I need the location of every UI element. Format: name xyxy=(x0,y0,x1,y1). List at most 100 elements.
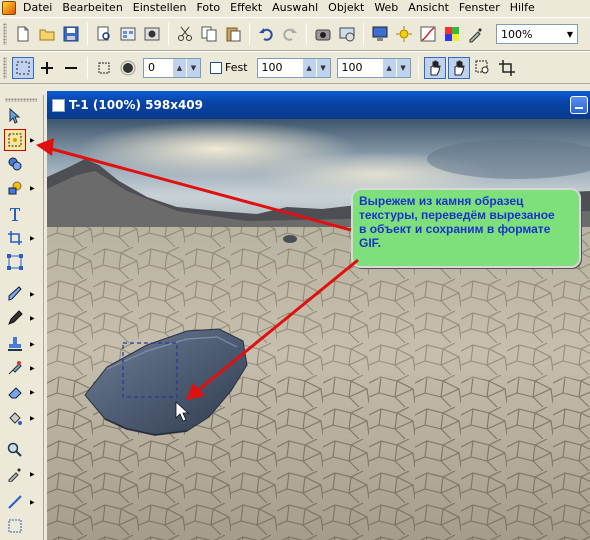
redo-button[interactable] xyxy=(279,23,301,45)
tool-flyout-arrow-icon[interactable]: ▶ xyxy=(30,315,35,322)
camera-icon xyxy=(315,29,331,41)
tool-stamp[interactable] xyxy=(4,333,26,355)
pen-icon xyxy=(8,310,23,325)
scan-button[interactable] xyxy=(141,23,163,45)
tool-flyout-arrow-icon[interactable]: ▶ xyxy=(30,185,35,192)
width-spinner[interactable]: 100 ▲ ▼ xyxy=(256,57,331,78)
tool-flyout-arrow-icon[interactable]: ▶ xyxy=(30,471,35,478)
menu-foto[interactable]: Foto xyxy=(191,0,225,16)
copy-icon xyxy=(201,26,217,42)
add-selection-button[interactable] xyxy=(36,57,58,79)
tool-retouch[interactable] xyxy=(4,357,26,379)
tool-flyout-arrow-icon[interactable]: ▶ xyxy=(30,499,35,506)
spin-down-icon[interactable]: ▼ xyxy=(315,58,330,77)
tool-flyout-arrow-icon[interactable]: ▶ xyxy=(30,235,35,242)
crop-button[interactable] xyxy=(496,57,518,79)
spin-up-icon[interactable]: ▲ xyxy=(301,58,316,77)
menu-einstellen[interactable]: Einstellen xyxy=(128,0,192,16)
image-canvas[interactable] xyxy=(47,119,590,540)
chevron-down-icon[interactable]: ▼ xyxy=(563,25,577,43)
menu-fenster[interactable]: Fenster xyxy=(454,0,505,16)
open-button[interactable] xyxy=(36,23,58,45)
height-spinner[interactable]: 100 ▲ ▼ xyxy=(336,57,411,78)
brightness-button[interactable] xyxy=(393,23,415,45)
document-title: T-1 (100%) 598x409 xyxy=(69,98,203,112)
hand-button[interactable] xyxy=(423,56,446,79)
selection-zoom-button[interactable] xyxy=(472,57,494,79)
tool-line[interactable] xyxy=(4,491,26,513)
new-file-icon xyxy=(17,26,29,42)
tool-flyout-arrow-icon[interactable]: ▶ xyxy=(30,291,35,298)
stamp-icon xyxy=(8,337,22,351)
browser-button[interactable] xyxy=(117,23,139,45)
tool-flyout-arrow-icon[interactable]: ▶ xyxy=(30,341,35,348)
dropper-button[interactable] xyxy=(465,23,487,45)
menu-datei[interactable]: Datei xyxy=(18,0,57,16)
toolbar-grip[interactable] xyxy=(3,56,7,79)
menu-auswahl[interactable]: Auswahl xyxy=(267,0,323,16)
curve-button[interactable] xyxy=(417,23,439,45)
menu-ansicht[interactable]: Ansicht xyxy=(403,0,454,16)
tool-path[interactable] xyxy=(4,515,26,537)
spin-up-icon[interactable]: ▲ xyxy=(381,58,396,77)
menu-objekt[interactable]: Objekt xyxy=(323,0,369,16)
tool-flyout-arrow-icon[interactable]: ▶ xyxy=(30,137,35,144)
save-button[interactable] xyxy=(60,23,82,45)
toolbox-grip[interactable] xyxy=(5,98,37,102)
crop-icon xyxy=(8,231,22,245)
copy-button[interactable] xyxy=(198,23,220,45)
tool-eraser[interactable] xyxy=(4,381,26,403)
tool-pen[interactable] xyxy=(4,307,26,329)
sun-icon xyxy=(396,26,412,42)
fixed-checkbox[interactable] xyxy=(210,61,222,74)
tool-marquee[interactable] xyxy=(4,129,26,151)
new-file-button[interactable] xyxy=(12,23,34,45)
tool-fill[interactable] xyxy=(4,407,26,429)
tool-zoom[interactable] xyxy=(4,439,26,461)
spin-down-icon[interactable]: ▼ xyxy=(186,58,200,77)
tool-lasso[interactable] xyxy=(4,153,26,175)
cut-button[interactable] xyxy=(174,23,196,45)
shape-icon xyxy=(8,181,22,195)
new-selection-button[interactable] xyxy=(12,56,34,79)
width-value: 100 xyxy=(261,61,283,74)
minimize-button[interactable] xyxy=(570,96,588,114)
undo-button[interactable] xyxy=(255,23,277,45)
document-titlebar[interactable]: T-1 (100%) 598x409 xyxy=(47,91,590,119)
line-icon xyxy=(8,495,22,509)
color-button[interactable] xyxy=(441,23,463,45)
document-icon xyxy=(52,98,65,112)
soft-edge-button[interactable] xyxy=(117,57,139,79)
tool-flyout-arrow-icon[interactable]: ▶ xyxy=(30,389,35,396)
hand-select-button[interactable] xyxy=(447,56,470,79)
subtract-selection-button[interactable] xyxy=(60,57,82,79)
tool-shape[interactable] xyxy=(4,177,26,199)
spin-up-icon[interactable]: ▲ xyxy=(172,58,186,77)
menu-web[interactable]: Web xyxy=(369,0,403,16)
rect-shape-button[interactable] xyxy=(93,57,115,79)
attribute-toolbar: 0 ▲ ▼ Fest 100 ▲ ▼ 100 ▲ ▼ xyxy=(0,51,590,84)
menu-effekt[interactable]: Effekt xyxy=(225,0,267,16)
menu-bearbeiten[interactable]: Bearbeiten xyxy=(57,0,127,16)
print-preview-button[interactable] xyxy=(93,23,115,45)
tool-transform[interactable] xyxy=(4,251,26,273)
spin-down-icon[interactable]: ▼ xyxy=(395,58,410,77)
zoom-select[interactable]: 100% ▼ xyxy=(496,24,578,44)
paste-button[interactable] xyxy=(222,23,244,45)
screen-capture-button[interactable] xyxy=(336,23,358,45)
tool-flyout-arrow-icon[interactable]: ▶ xyxy=(30,365,35,372)
soft-edge-spinner[interactable]: 0 ▲ ▼ xyxy=(143,57,201,78)
camera-button[interactable] xyxy=(312,23,334,45)
tool-eyedropper[interactable] xyxy=(4,463,26,485)
hand-icon xyxy=(430,60,441,75)
menu-hilfe[interactable]: Hilfe xyxy=(505,0,540,16)
monitor-button[interactable] xyxy=(369,23,391,45)
tool-text[interactable] xyxy=(4,203,26,225)
tool-brush[interactable] xyxy=(4,283,26,305)
undo-icon xyxy=(259,28,273,41)
tool-pointer[interactable] xyxy=(4,105,26,127)
tool-flyout-arrow-icon[interactable]: ▶ xyxy=(30,415,35,422)
toolbar-grip[interactable] xyxy=(3,23,7,45)
tool-crop[interactable] xyxy=(4,227,26,249)
callout-line: Вырежем из камня образец xyxy=(359,194,524,208)
